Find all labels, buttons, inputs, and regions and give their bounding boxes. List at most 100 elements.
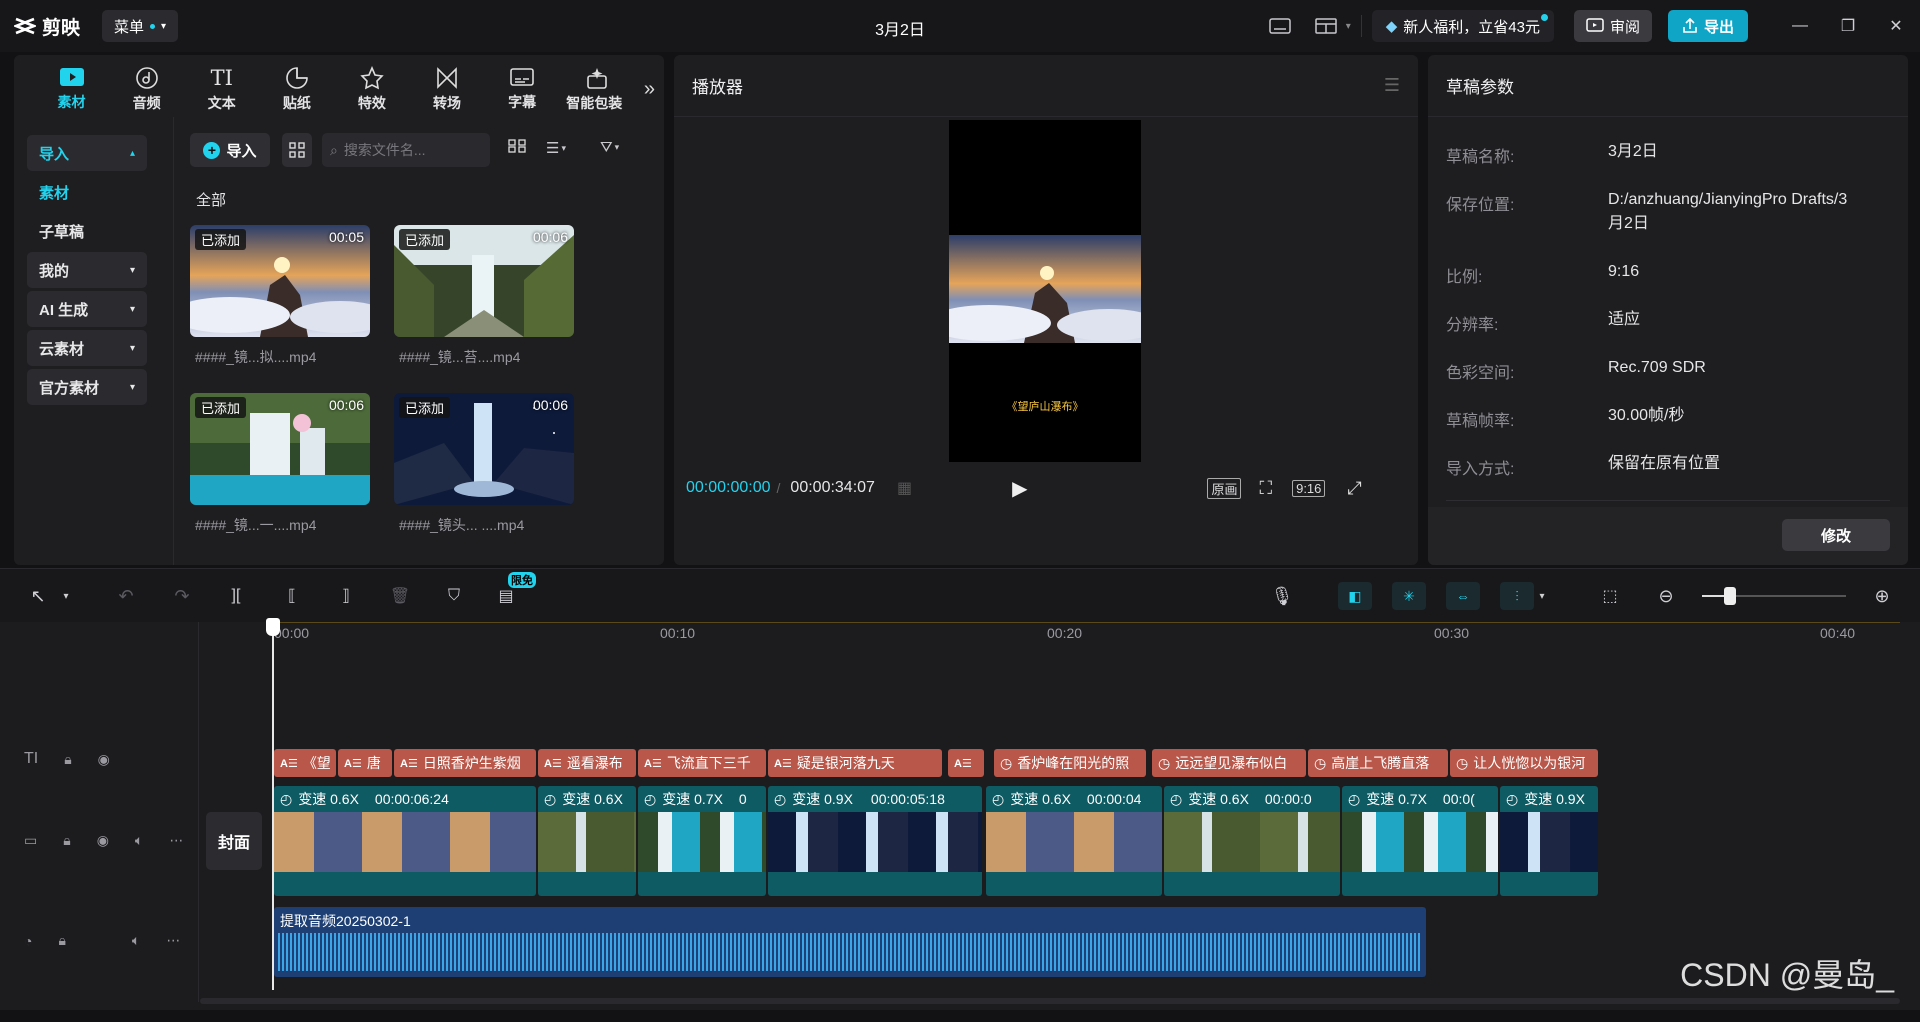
hamburger-icon[interactable]: ☰: [1384, 75, 1400, 96]
shortcut-keyboard-button[interactable]: [1264, 10, 1296, 42]
text-clip[interactable]: A☰ 遥看瀑布: [538, 749, 636, 777]
video-clip[interactable]: ◴ 变速 0.6X: [538, 786, 636, 896]
review-button[interactable]: 审阅: [1573, 10, 1652, 42]
text-clip[interactable]: A☰ 《望: [274, 749, 336, 777]
text-clip[interactable]: A☰ 日照香炉生紫烟: [394, 749, 536, 777]
fullscreen-icon[interactable]: ⤢: [1347, 478, 1361, 499]
text-clip[interactable]: A☰ 疑是银河落九天: [768, 749, 942, 777]
search-input[interactable]: [343, 142, 474, 158]
asset-card[interactable]: 已添加 00:06 ####_镜...苔....mp4: [394, 225, 574, 367]
preview-axis-dropdown[interactable]: ▾: [1534, 582, 1550, 610]
modify-button[interactable]: 修改: [1782, 519, 1890, 551]
text-clip[interactable]: ◷ 高崖上飞腾直落: [1308, 749, 1448, 777]
video-clip[interactable]: ◴ 变速 0.6X 00:00:0: [1164, 786, 1340, 896]
cover-button[interactable]: 封面: [206, 812, 262, 870]
time-ruler[interactable]: 00:00 00:10 00:20 00:30 00:40: [270, 622, 1900, 646]
tab-sticker[interactable]: 贴纸: [259, 61, 334, 117]
text-clip[interactable]: ◷ 远远望见瀑布似白: [1152, 749, 1306, 777]
restore-button[interactable]: ❐: [1824, 0, 1872, 52]
asset-card[interactable]: 已添加 00:05 ####_镜...拟....mp4: [190, 225, 370, 367]
redo-button[interactable]: ↷: [168, 582, 196, 610]
trim-left-button[interactable]: ⟦: [278, 582, 306, 610]
eye-icon[interactable]: ◉: [98, 751, 110, 768]
search-box[interactable]: ⌕: [322, 133, 490, 167]
video-clip[interactable]: ◴ 变速 0.9X: [1500, 786, 1598, 896]
play-button[interactable]: ▶: [1012, 476, 1027, 501]
export-button[interactable]: 导出: [1667, 10, 1748, 42]
record-voice-button[interactable]: 🎙: [1268, 582, 1296, 610]
filter-button[interactable]: ⛛ ▾: [600, 139, 619, 156]
linkage-button[interactable]: ⇔: [1446, 582, 1480, 610]
import-button[interactable]: + 导入: [190, 133, 270, 167]
playhead-handle[interactable]: [266, 618, 280, 636]
minimize-button[interactable]: —: [1776, 0, 1824, 52]
view-mode-button[interactable]: [508, 139, 526, 153]
zoom-slider-handle[interactable]: [1724, 587, 1736, 605]
more-tabs-button[interactable]: »: [635, 61, 664, 117]
sort-button[interactable]: ☰ ▾: [546, 139, 566, 157]
waveform-toggle-icon[interactable]: ▦: [897, 478, 912, 498]
zoom-in-button[interactable]: ⊕: [1868, 582, 1896, 610]
sidebar-item-ai[interactable]: AI 生成 ▾: [27, 291, 147, 327]
auto-snap-button[interactable]: ✳: [1392, 582, 1426, 610]
text-clip[interactable]: A☰ 飞流直下三千: [638, 749, 766, 777]
zoom-slider[interactable]: [1702, 587, 1846, 605]
split-button[interactable]: ][: [222, 582, 250, 610]
tab-subtitle[interactable]: 字幕: [485, 61, 560, 117]
select-dropdown[interactable]: ▾: [58, 582, 74, 610]
menu-button[interactable]: 菜单 ▾: [102, 10, 179, 42]
original-quality-button[interactable]: 原画: [1207, 477, 1242, 499]
audio-clip[interactable]: 提取音频20250302-1: [274, 907, 1426, 977]
video-clip[interactable]: ◴ 变速 0.6X 00:00:04: [986, 786, 1162, 896]
horizontal-scrollbar[interactable]: [200, 998, 1900, 1004]
asset-thumbnail[interactable]: 已添加 00:06: [394, 225, 574, 337]
sidebar-item-sub-draft[interactable]: 子草稿: [27, 213, 147, 249]
sidebar-item-mine[interactable]: 我的 ▾: [27, 252, 147, 288]
sidebar-item-cloud[interactable]: 云素材 ▾: [27, 330, 147, 366]
sidebar-item-media[interactable]: 素材: [27, 174, 147, 210]
category-all[interactable]: 全部: [196, 189, 226, 210]
speaker-icon[interactable]: 🔈︎: [135, 832, 143, 849]
video-clip[interactable]: ◴ 变速 0.9X 00:00:05:18: [768, 786, 982, 896]
lock-icon[interactable]: 🔒︎: [64, 751, 71, 768]
lock-icon[interactable]: 🔒︎: [63, 832, 70, 849]
tab-media[interactable]: 素材: [34, 61, 109, 117]
video-clip[interactable]: ◴ 变速 0.7X 00:0(: [1342, 786, 1498, 896]
tab-text[interactable]: TI 文本: [184, 61, 259, 117]
text-clip[interactable]: A☰ 唐: [338, 749, 392, 777]
text-clip[interactable]: ◷ 香炉峰在阳光的照: [994, 749, 1146, 777]
text-clip[interactable]: A☰: [948, 749, 984, 777]
grid-view-button[interactable]: [282, 133, 312, 167]
delete-button[interactable]: 🗑: [386, 582, 414, 610]
close-button[interactable]: ✕: [1872, 0, 1920, 52]
layout-button[interactable]: [1310, 10, 1342, 42]
playhead[interactable]: [272, 622, 274, 990]
speaker-icon[interactable]: 🔈︎: [132, 932, 140, 949]
promo-button[interactable]: ◆ 新人福利，立省43元: [1371, 10, 1554, 42]
asset-card[interactable]: 已添加 00:06 ####_镜头... ....mp4: [394, 393, 574, 535]
more-icon[interactable]: ⋯: [166, 932, 180, 949]
asset-thumbnail[interactable]: 已添加 00:05: [190, 225, 370, 337]
tab-transition[interactable]: 转场: [409, 61, 484, 117]
tab-smart-pack[interactable]: 智能包装: [560, 61, 635, 117]
video-preview[interactable]: 《望庐山瀑布》: [949, 120, 1141, 462]
more-icon[interactable]: ⋯: [169, 832, 183, 849]
preview-axis-button[interactable]: ⫶: [1500, 582, 1534, 610]
lock-icon[interactable]: 🔒︎: [58, 932, 65, 949]
tab-audio[interactable]: 音频: [109, 61, 184, 117]
asset-card[interactable]: 已添加 00:06 ####_镜...一....mp4: [190, 393, 370, 535]
auto-subtitle-button[interactable]: ▤ 限免: [492, 572, 536, 610]
zoom-out-button[interactable]: ⊖: [1652, 582, 1680, 610]
trim-right-button[interactable]: ⟧: [332, 582, 360, 610]
select-tool-button[interactable]: ↖: [24, 582, 52, 610]
shield-button[interactable]: ⛉: [440, 582, 468, 610]
undo-button[interactable]: ↶: [112, 582, 140, 610]
chevron-down-icon[interactable]: ▾: [1346, 21, 1351, 32]
sidebar-item-official[interactable]: 官方素材 ▾: [27, 369, 147, 405]
asset-thumbnail[interactable]: 已添加 00:06: [394, 393, 574, 505]
main-track-magnet-button[interactable]: ◧: [1338, 582, 1372, 610]
video-clip[interactable]: ◴ 变速 0.7X 0: [638, 786, 766, 896]
tab-effects[interactable]: 特效: [334, 61, 409, 117]
text-clip[interactable]: ◷ 让人恍惚以为银河: [1450, 749, 1598, 777]
fit-view-button[interactable]: ⬚: [1596, 582, 1624, 610]
